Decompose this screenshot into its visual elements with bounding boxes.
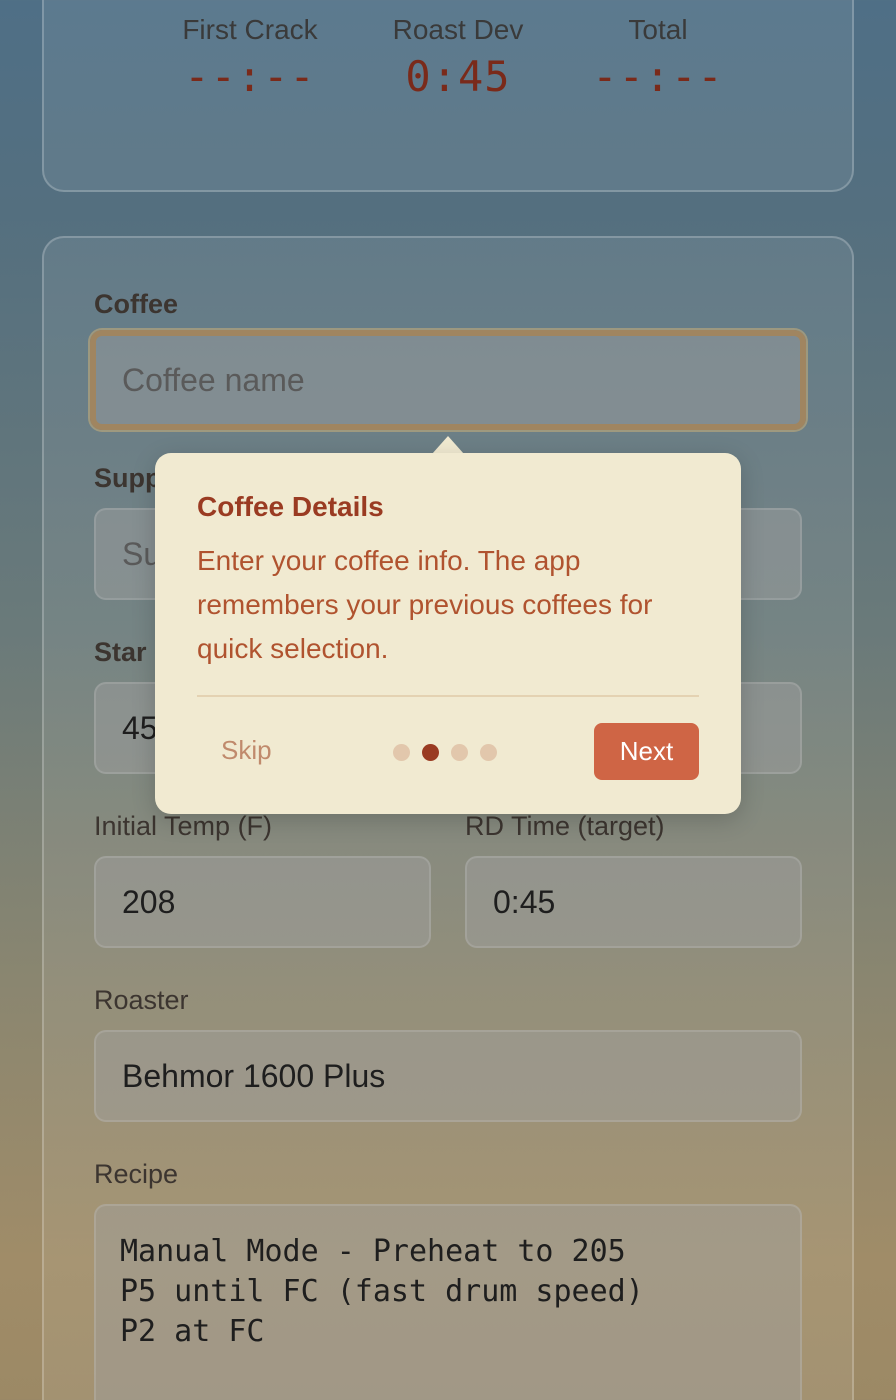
- step-indicator: [393, 744, 497, 761]
- tooltip-body: Enter your coffee info. The app remember…: [197, 545, 653, 664]
- supplier-label: Supp: [94, 463, 162, 493]
- initial-temp-label: Initial Temp (F): [94, 811, 273, 841]
- recipe-label: Recipe: [94, 1159, 179, 1189]
- rd-time-label: RD Time (target): [465, 811, 665, 841]
- roast-dev-value: 0:45: [405, 52, 511, 101]
- skip-button[interactable]: Skip: [221, 735, 272, 766]
- first-crack-timer: First Crack --:--: [150, 14, 350, 101]
- coffee-input[interactable]: Coffee name: [90, 330, 806, 430]
- roast-dev-timer: Roast Dev 0:45: [358, 14, 558, 101]
- timer-card: First Crack --:-- Roast Dev 0:45 Total -…: [42, 0, 854, 192]
- roast-dev-label: Roast Dev: [392, 14, 524, 45]
- tooltip-title: Coffee Details: [197, 491, 384, 522]
- onboarding-tooltip: Coffee Details Enter your coffee info. T…: [155, 453, 741, 814]
- coffee-label: Coffee: [94, 289, 179, 319]
- step-dot: [480, 744, 497, 761]
- step-dot: [393, 744, 410, 761]
- roaster-label: Roaster: [94, 985, 189, 1015]
- roaster-input[interactable]: Behmor 1600 Plus: [94, 1030, 802, 1122]
- step-dot-active: [422, 744, 439, 761]
- tooltip-divider: [197, 695, 699, 697]
- tooltip-arrow: [432, 436, 464, 454]
- initial-temp-input[interactable]: 208: [94, 856, 431, 948]
- first-crack-label: First Crack: [182, 14, 318, 45]
- recipe-textarea[interactable]: Manual Mode - Preheat to 205 P5 until FC…: [94, 1204, 802, 1400]
- next-button[interactable]: Next: [594, 723, 699, 780]
- total-label: Total: [628, 14, 688, 45]
- total-timer: Total --:--: [558, 14, 758, 101]
- total-value: --:--: [592, 52, 724, 101]
- first-crack-value: --:--: [184, 52, 316, 101]
- rd-time-input[interactable]: 0:45: [465, 856, 802, 948]
- step-dot: [451, 744, 468, 761]
- start-label: Star: [94, 637, 147, 667]
